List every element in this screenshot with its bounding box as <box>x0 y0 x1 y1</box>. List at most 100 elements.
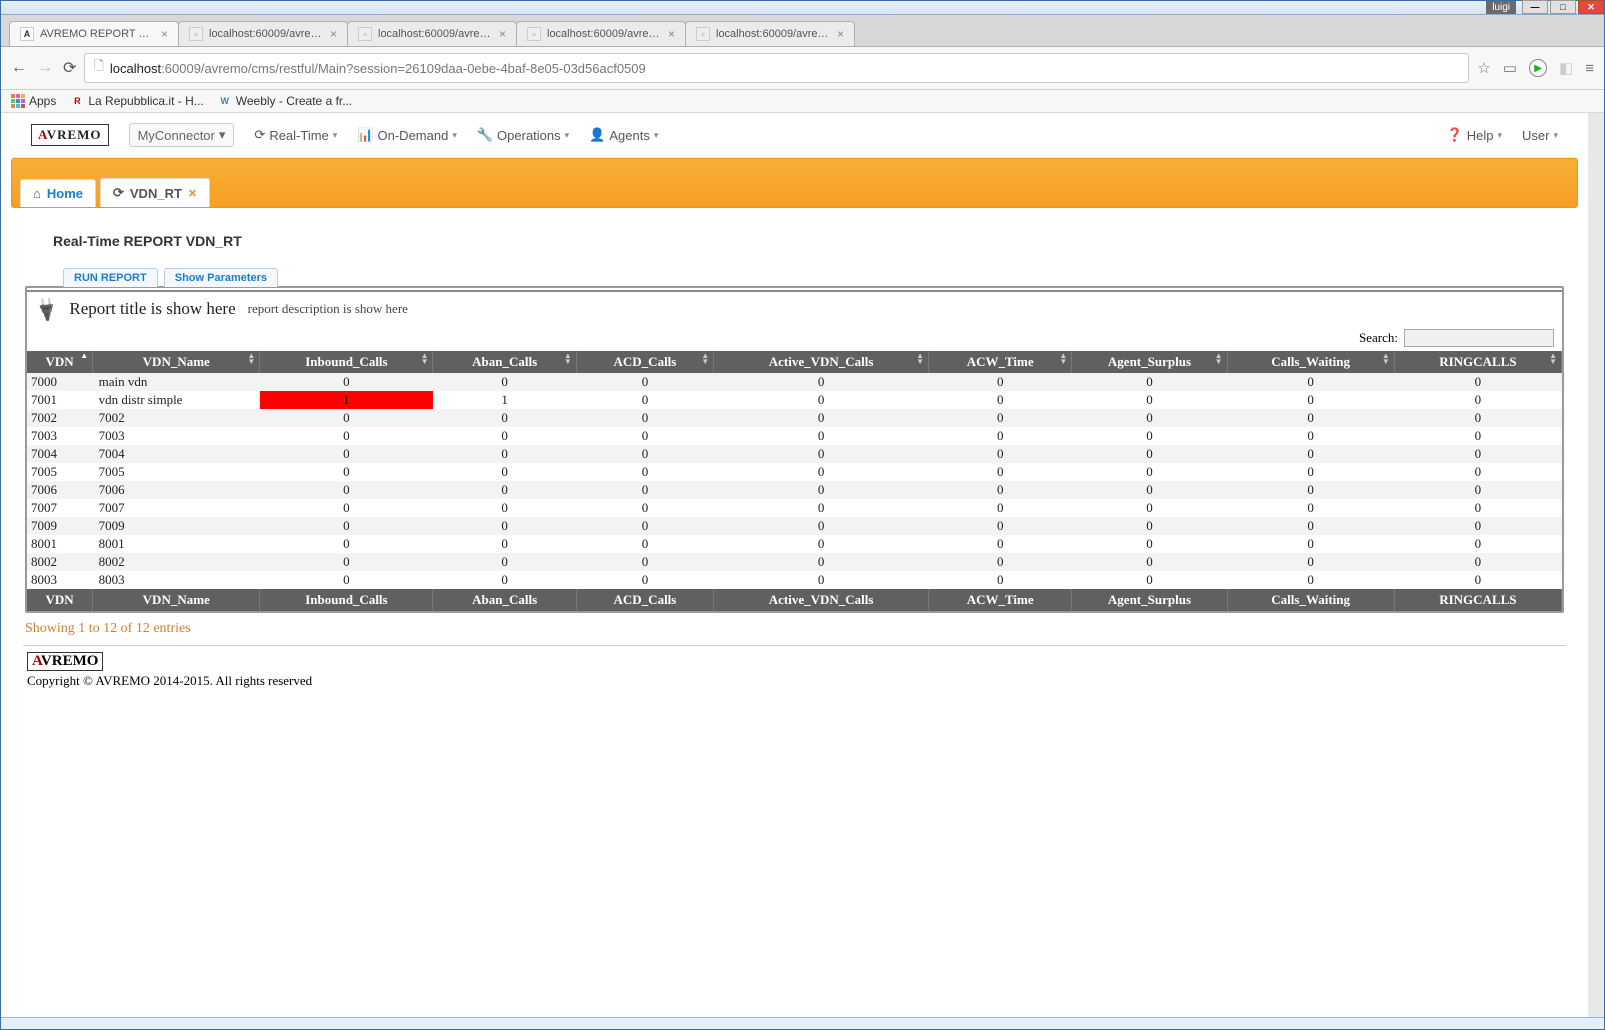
connector-dropdown[interactable]: MyConnector ▾ <box>129 123 235 147</box>
column-footer: Aban_Calls <box>433 589 576 611</box>
table-row[interactable]: 8001800100000000 <box>27 535 1562 553</box>
cell-inb: 0 <box>260 481 433 499</box>
table-row[interactable]: 7007700700000000 <box>27 499 1562 517</box>
sort-icon: ▲▼ <box>916 353 924 365</box>
cell-wait: 0 <box>1227 571 1394 589</box>
tab-vdn-rt[interactable]: ⟳ VDN_RT ✕ <box>100 178 210 207</box>
column-header[interactable]: Calls_Waiting▲▼ <box>1227 351 1394 373</box>
browser-tab[interactable]: ▫localhost:60009/avremo/c× <box>347 21 517 46</box>
table-row[interactable]: 7003700300000000 <box>27 427 1562 445</box>
caret-down-icon: ▾ <box>333 130 338 141</box>
column-header[interactable]: VDN_Name▲▼ <box>93 351 260 373</box>
brand-logo[interactable]: AVREMO <box>31 124 109 146</box>
table-row[interactable]: 7006700600000000 <box>27 481 1562 499</box>
cell-vdn: 7006 <box>27 481 93 499</box>
bookmark-favicon-icon: W <box>218 94 232 108</box>
cell-surp: 0 <box>1072 481 1227 499</box>
table-row[interactable]: 7009700900000000 <box>27 517 1562 535</box>
column-header[interactable]: RINGCALLS▲▼ <box>1394 351 1561 373</box>
extension-icon[interactable]: ◧ <box>1559 59 1573 77</box>
connector-label: MyConnector <box>138 128 215 143</box>
column-header[interactable]: ACW_Time▲▼ <box>929 351 1072 373</box>
cell-acd: 0 <box>576 427 713 445</box>
window-maximize-button[interactable]: □ <box>1550 0 1576 14</box>
cell-ring: 0 <box>1394 517 1561 535</box>
sort-icon: ▲▼ <box>564 353 572 365</box>
tab-close-icon[interactable]: × <box>837 27 844 41</box>
bookmark-weebly[interactable]: W Weebly - Create a fr... <box>218 94 353 108</box>
cell-surp: 0 <box>1072 445 1227 463</box>
cell-act: 0 <box>714 445 929 463</box>
search-input[interactable] <box>1404 329 1554 347</box>
column-footer: RINGCALLS <box>1394 589 1561 611</box>
tab-close-icon[interactable]: × <box>330 27 337 41</box>
sort-icon: ▲▼ <box>1549 353 1557 365</box>
cell-vdn: 7004 <box>27 445 93 463</box>
browser-tab[interactable]: ▫localhost:60009/avremo/c× <box>178 21 348 46</box>
cell-vdn: 8003 <box>27 571 93 589</box>
cell-act: 0 <box>714 499 929 517</box>
caret-down-icon: ▾ <box>1497 130 1502 141</box>
table-row[interactable]: 8002800200000000 <box>27 553 1562 571</box>
window-close-button[interactable]: ✕ <box>1578 0 1604 14</box>
table-row[interactable]: 7002700200000000 <box>27 409 1562 427</box>
apps-shortcut[interactable]: Apps <box>11 94 56 108</box>
table-row[interactable]: 8003800300000000 <box>27 571 1562 589</box>
cell-act: 0 <box>714 391 929 409</box>
page-tab-bar: ⌂ Home ⟳ VDN_RT ✕ <box>11 158 1578 208</box>
table-row[interactable]: 7000main vdn00000000 <box>27 373 1562 391</box>
menu-user[interactable]: User ▾ <box>1522 128 1558 143</box>
extension-play-icon[interactable]: ▶ <box>1529 59 1547 77</box>
window-minimize-button[interactable]: — <box>1522 0 1548 14</box>
run-report-button[interactable]: RUN REPORT <box>63 268 158 287</box>
column-label: Inbound_Calls <box>305 354 387 369</box>
cell-acd: 0 <box>576 445 713 463</box>
bookmark-star-icon[interactable]: ☆ <box>1477 59 1490 77</box>
tab-home[interactable]: ⌂ Home <box>20 179 96 207</box>
cell-ring: 0 <box>1394 373 1561 391</box>
menu-operations[interactable]: 🔧 Operations ▾ <box>477 127 569 143</box>
table-row[interactable]: 7001vdn distr simple11000000 <box>27 391 1562 409</box>
address-bar[interactable]: 🗋 localhost:60009/avremo/cms/restful/Mai… <box>84 53 1469 83</box>
browser-tab[interactable]: ▫localhost:60009/avremo/c× <box>685 21 855 46</box>
menu-agents[interactable]: 👤 Agents ▾ <box>589 127 658 143</box>
app-navbar: AVREMO MyConnector ▾ ⟳ Real-Time ▾ 📊 On-… <box>11 113 1578 158</box>
bar-chart-icon: 📊 <box>357 127 373 143</box>
browser-menu-icon[interactable]: ≡ <box>1585 60 1594 77</box>
menu-label: User <box>1522 128 1549 143</box>
tab-close-icon[interactable]: × <box>161 27 168 41</box>
menu-help[interactable]: ❓ Help ▾ <box>1447 127 1502 143</box>
cell-ring: 0 <box>1394 409 1561 427</box>
table-row[interactable]: 7004700400000000 <box>27 445 1562 463</box>
tab-label: Home <box>47 186 83 201</box>
cell-name: 7005 <box>93 463 260 481</box>
bookmark-repubblica[interactable]: R La Repubblica.it - H... <box>70 94 203 108</box>
forward-button[interactable]: → <box>37 59 53 77</box>
cell-acd: 0 <box>576 571 713 589</box>
reload-button[interactable]: ⟳ <box>63 58 76 78</box>
tab-close-icon[interactable]: ✕ <box>188 187 197 200</box>
show-parameters-button[interactable]: Show Parameters <box>164 268 278 287</box>
browser-tab[interactable]: ▫localhost:60009/avremo/c× <box>516 21 686 46</box>
table-row[interactable]: 7005700500000000 <box>27 463 1562 481</box>
column-header[interactable]: Active_VDN_Calls▲▼ <box>714 351 929 373</box>
cell-ring: 0 <box>1394 391 1561 409</box>
menu-ondemand[interactable]: 📊 On-Demand ▾ <box>357 127 457 143</box>
menu-label: On-Demand <box>378 128 449 143</box>
caret-down-icon: ▾ <box>565 130 570 141</box>
cell-vdn: 7000 <box>27 373 93 391</box>
back-button[interactable]: ← <box>11 59 27 77</box>
present-icon[interactable]: ▭ <box>1503 59 1517 77</box>
tab-close-icon[interactable]: × <box>668 27 675 41</box>
column-header[interactable]: ACD_Calls▲▼ <box>576 351 713 373</box>
column-header[interactable]: VDN▲ <box>27 351 93 373</box>
caret-down-icon: ▾ <box>654 130 659 141</box>
tab-close-icon[interactable]: × <box>499 27 506 41</box>
menu-realtime[interactable]: ⟳ Real-Time ▾ <box>254 127 337 143</box>
cell-acw: 0 <box>929 481 1072 499</box>
browser-tab[interactable]: AAVREMO REPORT EXPLOR× <box>9 21 179 46</box>
column-header[interactable]: Inbound_Calls▲▼ <box>260 351 433 373</box>
column-header[interactable]: Agent_Surplus▲▼ <box>1072 351 1227 373</box>
column-header[interactable]: Aban_Calls▲▼ <box>433 351 576 373</box>
bookmarks-bar: Apps R La Repubblica.it - H... W Weebly … <box>1 90 1604 113</box>
